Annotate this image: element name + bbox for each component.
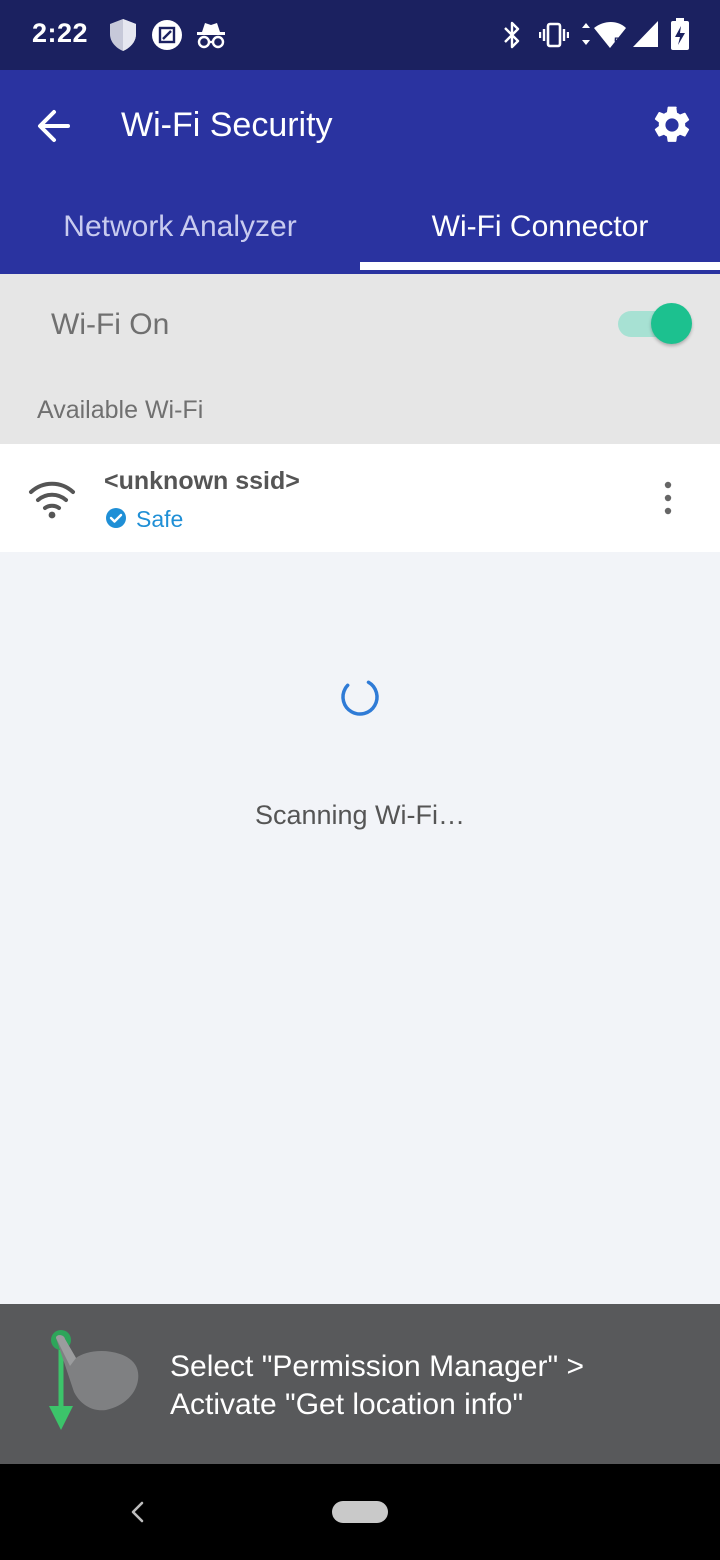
- tab-label: Network Analyzer: [63, 210, 297, 243]
- swipe-down-hand-icon: [49, 1330, 139, 1430]
- more-vert-icon[interactable]: [656, 478, 680, 518]
- shield-icon: [110, 19, 136, 51]
- wifi-toggle-switch[interactable]: [651, 303, 692, 344]
- permission-hint-line-1: Select "Permission Manager" >: [170, 1350, 584, 1383]
- battery-charging-icon: [671, 18, 689, 50]
- arrow-back-icon[interactable]: [34, 106, 74, 146]
- wifi-signal-icon: 5: [582, 22, 626, 48]
- permission-hint-line-2: Activate "Get location info": [170, 1388, 524, 1421]
- tab-label: Wi-Fi Connector: [431, 210, 649, 243]
- status-time: 2:22: [32, 18, 89, 48]
- scanning-status: Scanning Wi-Fi…: [254, 800, 466, 830]
- vibrate-icon: [539, 22, 569, 48]
- page-title: Wi-Fi Security: [121, 106, 333, 144]
- gear-icon[interactable]: [650, 103, 694, 147]
- check-circle-icon: [106, 508, 126, 528]
- tab-indicator: [360, 262, 720, 270]
- available-section-label: Available Wi-Fi: [37, 396, 204, 424]
- loading-spinner-icon: [341, 678, 379, 716]
- wifi-icon: [29, 481, 75, 519]
- nav-back-icon[interactable]: [128, 1500, 148, 1524]
- network-list-item[interactable]: [0, 444, 720, 552]
- tab-network-analyzer[interactable]: Network Analyzer: [0, 190, 360, 270]
- screenshot-icon: [152, 20, 182, 50]
- wifi-toggle-label: Wi-Fi On: [51, 308, 170, 341]
- network-status: Safe: [136, 506, 184, 532]
- cell-signal-icon: [633, 21, 658, 47]
- svg-text:5: 5: [614, 36, 620, 48]
- tab-wifi-connector[interactable]: Wi-Fi Connector: [360, 190, 720, 270]
- bluetooth-icon: [504, 21, 520, 49]
- permission-hint-text: Select "Permission Manager" > Activate "…: [170, 1348, 584, 1424]
- home-pill-icon[interactable]: [332, 1501, 388, 1523]
- incognito-icon: [197, 23, 225, 49]
- network-ssid: <unknown ssid>: [104, 467, 300, 495]
